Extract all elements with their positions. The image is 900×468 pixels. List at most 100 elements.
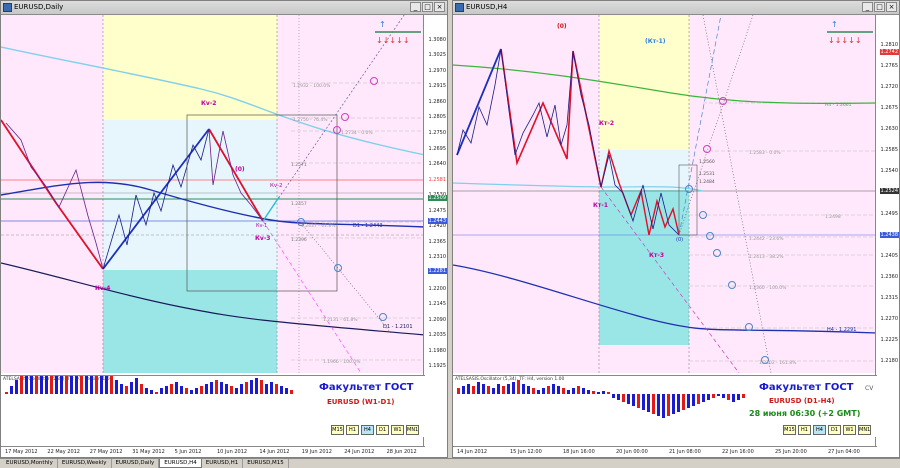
date-axis-daily: 17 May 2012 22 May 2012 27 May 2012 31 May … <box>1 446 425 457</box>
tab-eurusd-m15[interactable]: EURUSD,M15 <box>243 459 289 468</box>
minimize-button[interactable]: _ <box>410 2 421 12</box>
price-tick-label: 1.2365 <box>428 238 447 245</box>
date-tick-label: 21 Jun 08:00 <box>669 449 701 455</box>
level-label: 1.2750 - 76.4% <box>293 117 328 123</box>
timeframe-button-d1[interactable]: D1 <box>376 425 389 435</box>
window-title-h4[interactable]: EURUSD,H4 _ □ × <box>453 1 899 15</box>
close-button[interactable]: × <box>886 2 897 12</box>
oscillator-bar <box>185 388 188 394</box>
timeframe-button-mn1[interactable]: MN1 <box>858 425 871 435</box>
price-tick-label: 1.2765 <box>880 63 899 70</box>
level-label: 1.2734 - 0.0% <box>341 130 373 136</box>
date-tick-label: 5 Jun 2012 <box>174 449 202 455</box>
level-label: 1.2442 - 23.6% <box>749 236 784 242</box>
oscillator-bar <box>727 394 730 400</box>
tab-eurusd-daily[interactable]: EURUSD,Daily <box>112 459 160 468</box>
minimize-button[interactable]: _ <box>862 2 873 12</box>
up-arrow-icon: ↑ <box>831 20 838 29</box>
oscillator-bar <box>165 386 168 394</box>
oscillator-bar <box>225 384 228 394</box>
price-tick-label: 1.2315 <box>880 294 899 301</box>
maximize-button[interactable]: □ <box>422 2 433 12</box>
tab-eurusd-h4[interactable]: EURUSD,H4 <box>159 459 202 468</box>
timeframe-button-h1[interactable]: H1 <box>346 425 359 435</box>
timeframe-button-m15[interactable]: M15 <box>783 425 796 435</box>
timeframe-button-d1[interactable]: D1 <box>828 425 841 435</box>
oscillator-bar <box>457 388 460 394</box>
level-label: D1 - 1.2101 <box>383 324 413 330</box>
price-tick-label: 1.2640 <box>428 161 447 168</box>
oscillator-bar <box>240 384 243 394</box>
oscillator-bar <box>80 376 83 394</box>
wave-label: (Кт-1) <box>645 38 666 45</box>
wave-label: (0) <box>557 23 567 30</box>
oscillator-bar <box>95 376 98 394</box>
brand-title: Факультет ГОСТ <box>759 382 854 393</box>
date-tick-label: 24 Jun 2012 <box>344 449 375 455</box>
price-tick-label: 1.2860 <box>428 98 447 105</box>
oscillator-bar <box>722 394 725 398</box>
price-tick-label: 1.1925 <box>428 363 447 370</box>
oscillator-bar <box>547 386 550 394</box>
oscillator-bar <box>557 386 560 394</box>
oscillator-bar <box>507 384 510 394</box>
timeframe-button-h1[interactable]: H1 <box>798 425 811 435</box>
oscillator-bar <box>25 376 28 394</box>
oscillator-bar <box>115 380 118 394</box>
price-chart-h4[interactable]: (0) (Кт-1) Кт-2 Кт-1 Кт-3 (0) H4 - 1.266… <box>453 15 877 373</box>
oscillator-bar <box>140 384 143 394</box>
chart-window-daily[interactable]: EURUSD,Daily _ □ × Кv-2 Кv-4 Кv-3 (0) Кv… <box>0 0 448 458</box>
tab-eurusd-weekly[interactable]: EURUSD,Weekly <box>58 459 112 468</box>
timeframe-button-w1[interactable]: W1 <box>391 425 404 435</box>
wave-label: Кv-3 <box>255 235 270 242</box>
zone-cyan <box>103 270 277 373</box>
brand-title: Факультет ГОСТ <box>319 382 414 393</box>
price-chart-daily[interactable]: Кv-2 Кv-4 Кv-3 (0) Кv-2 Кv-1 1.2932 - 10… <box>1 15 425 373</box>
oscillator-bar <box>702 394 705 402</box>
oscillator-bar <box>145 388 148 394</box>
level-label: 1.2484 <box>699 179 715 185</box>
price-tick-label: 1.2915 <box>428 83 447 90</box>
price-tag: 1.2281 <box>427 268 447 274</box>
oscillator-bar <box>215 380 218 394</box>
timeframe-button-mn1[interactable]: MN1 <box>406 425 419 435</box>
level-label: H4 - 1.2291 <box>827 327 856 333</box>
oscillator-bar <box>175 382 178 394</box>
chart-window-h4[interactable]: EURUSD,H4 _ □ × (0) (Кт-1) Кт-2 Кт-1 Кт-… <box>452 0 900 458</box>
price-axis-daily[interactable]: 1.3080 1.3025 1.2970 1.2915 1.2860 1.2805 1.27… <box>423 15 447 449</box>
price-tick-label: 1.2090 <box>428 316 447 323</box>
window-title-text: EURUSD,H4 <box>466 3 508 11</box>
date-tick-label: 14 Jun 2012 <box>457 449 488 455</box>
price-tick-label: 1.3025 <box>428 52 447 59</box>
price-axis-h4[interactable]: 1.2810 1.2765 1.2720 1.2675 1.2630 1.2585 1.25… <box>875 15 899 449</box>
timeframe-button-w1[interactable]: W1 <box>843 425 856 435</box>
level-label: D1 - 1.2443 <box>353 223 383 229</box>
oscillator-bar <box>135 378 138 394</box>
oscillator-bar <box>100 376 103 394</box>
tab-eurusd-h1[interactable]: EURUSD,H1 <box>202 459 244 468</box>
close-button[interactable]: × <box>434 2 445 12</box>
oscillator-bar <box>125 386 128 394</box>
oscillator-bar <box>130 382 133 394</box>
price-tick-label: 1.2585 <box>880 147 899 154</box>
date-tick-label: 14 Jun 2012 <box>259 449 290 455</box>
oscillator-bar <box>180 386 183 394</box>
date-tick-label: 18 Jun 16:00 <box>563 449 595 455</box>
level-label: 1.2457 <box>291 201 307 207</box>
price-tick-label: 1.2695 <box>428 145 447 152</box>
level-label: 1.2202 - 161.8% <box>759 360 797 366</box>
window-title-daily[interactable]: EURUSD,Daily _ □ × <box>1 1 447 15</box>
tab-eurusd-monthly[interactable]: EURUSD,Monthly <box>2 459 58 468</box>
date-tick-label: 22 May 2012 <box>47 449 80 455</box>
oscillator-bar <box>692 394 695 406</box>
wave-label: (0) <box>676 237 683 243</box>
price-tick-label: 1.1980 <box>428 347 447 354</box>
maximize-button[interactable]: □ <box>874 2 885 12</box>
timeframe-button-h4[interactable]: H4 <box>813 425 826 435</box>
timeframe-button-h4[interactable]: H4 <box>361 425 374 435</box>
oscillator-bar <box>502 386 505 394</box>
oscillator-bar <box>582 388 585 394</box>
oscillator-bar <box>597 392 600 394</box>
oscillator-bar <box>155 392 158 394</box>
timeframe-button-m15[interactable]: M15 <box>331 425 344 435</box>
